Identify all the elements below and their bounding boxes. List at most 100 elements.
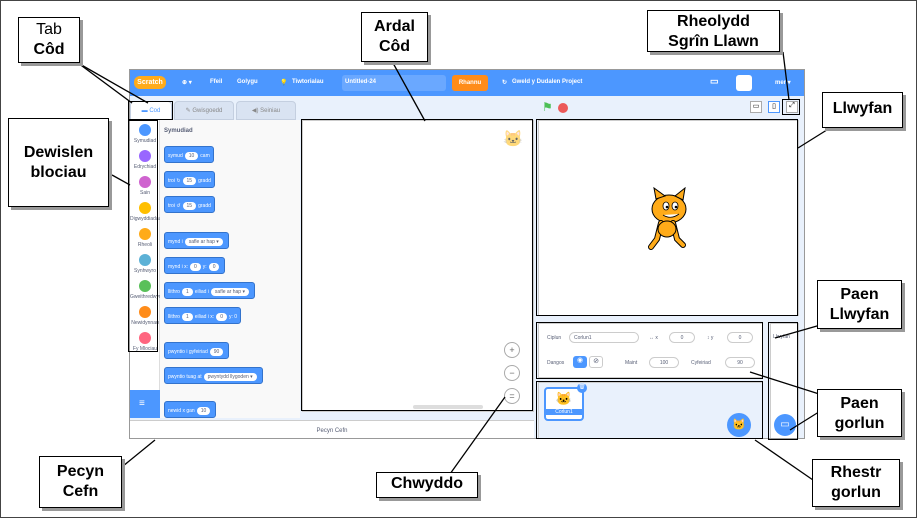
callout-zoom: Chwyddo: [376, 472, 478, 498]
file-menu[interactable]: Ffeil: [210, 79, 222, 85]
tutorials-menu[interactable]: Tiwtorialau: [292, 79, 324, 85]
callout-text: Paen: [840, 395, 879, 412]
callout-text: Ardal: [374, 18, 415, 35]
block-dropdown[interactable]: safle ar hap ▾: [210, 288, 249, 296]
block-text: troi ↺: [168, 203, 181, 209]
block-change-x[interactable]: newid x gan 10: [164, 401, 217, 418]
block-input[interactable]: 0: [208, 263, 220, 271]
backpack-bar[interactable]: Pecyn Cefn: [130, 420, 534, 438]
block-dropdown[interactable]: pwyntydd llygoden ▾: [203, 373, 257, 381]
see-project-page-icon: ↻: [502, 80, 508, 86]
palette-section-title: Symudiad: [164, 128, 193, 134]
large-stage-icon[interactable]: ▯: [768, 101, 780, 113]
callout-stage: Llwyfan: [822, 92, 903, 128]
block-input[interactable]: 1: [181, 313, 193, 321]
tab-costumes[interactable]: ✎ Gwisgoedd: [174, 101, 234, 120]
stop-icon[interactable]: [558, 103, 568, 113]
share-button[interactable]: Rhannu: [452, 75, 488, 91]
tab-sounds-label: Seiniau: [260, 108, 281, 114]
block-glide-to-xy[interactable]: llithro 1 eiliad i x: 0 y: 0: [164, 307, 242, 324]
tab-sounds[interactable]: ◀) Seiniau: [236, 101, 296, 120]
callout-text: Dewislen: [23, 144, 94, 161]
block-move-steps[interactable]: symud 10 cam: [164, 146, 214, 163]
block-text: llithro: [168, 314, 180, 320]
small-stage-icon[interactable]: ▭: [750, 101, 762, 113]
callout-text: Côd: [33, 41, 65, 58]
stage-header: ⚑ ▭ ▯ ⤢: [536, 96, 804, 120]
block-go-to-xy[interactable]: mynd i x: 0 y: 0: [164, 257, 226, 274]
language-globe-icon[interactable]: ⊕ ▾: [182, 79, 192, 86]
callout-text: Llwyfan: [829, 306, 890, 323]
blocks-menu-highlight: [128, 120, 158, 352]
callout-text: Llwyfan: [832, 100, 893, 117]
callout-text: Sgrîn Llawn: [668, 33, 759, 50]
block-point-towards[interactable]: pwyntio tuag at pwyntydd llygoden ▾: [164, 367, 263, 384]
callout-text: blociau: [30, 164, 87, 181]
block-input[interactable]: 1: [181, 288, 193, 296]
avatar[interactable]: [736, 75, 752, 91]
callout-sprite-list: Rhestr gorlun: [812, 459, 900, 507]
block-turn-left[interactable]: troi ↺ 15 gradd: [164, 196, 215, 213]
block-go-to[interactable]: mynd i safle ar hap ▾: [164, 232, 229, 249]
block-input[interactable]: 0: [216, 313, 227, 321]
callout-text: Paen: [840, 286, 879, 303]
block-text: pwyntio tuag at: [168, 374, 202, 380]
callout-text: Pecyn: [56, 463, 105, 480]
speaker-icon: ◀): [251, 108, 261, 114]
scratch-logo[interactable]: Scratch: [134, 76, 166, 89]
lightbulb-icon: 💡: [280, 80, 288, 86]
user-menu[interactable]: mer ▾: [775, 79, 791, 86]
green-flag-icon[interactable]: ⚑: [542, 100, 553, 114]
block-text: eiliad i x:: [194, 314, 215, 320]
stage-highlight: [536, 119, 798, 316]
block-input[interactable]: 15: [182, 202, 197, 210]
block-text: troi ↻: [168, 178, 181, 184]
block-input[interactable]: 10: [184, 152, 199, 160]
block-glide-to[interactable]: llithro 1 eiliad i safle ar hap ▾: [164, 282, 255, 299]
block-text: pwyntio i gyfeiriad: [168, 349, 208, 355]
block-point-direction[interactable]: pwyntio i gyfeiriad 90: [164, 342, 230, 359]
block-input[interactable]: 10: [196, 407, 211, 415]
block-text: gradd: [198, 203, 211, 209]
callout-text: Chwyddo: [391, 475, 463, 492]
block-text: mynd i x:: [168, 264, 189, 270]
block-input[interactable]: 90: [209, 348, 224, 356]
callout-text: Cefn: [62, 483, 99, 500]
stage-pane-highlight: [768, 322, 798, 440]
block-text: y: 0: [228, 314, 238, 320]
callout-code-tab: Tab Côd: [18, 17, 80, 63]
edit-menu[interactable]: Golygu: [237, 79, 258, 85]
callout-sprite-pane: Paen gorlun: [817, 389, 902, 437]
block-text: llithro: [168, 289, 180, 295]
extension-icon: ≡: [139, 398, 145, 409]
add-extension-button[interactable]: ≡: [130, 390, 160, 418]
block-text: gradd: [198, 178, 211, 184]
code-area-highlight: [301, 119, 533, 411]
block-input[interactable]: 15: [182, 177, 197, 185]
callout-text: gorlun: [834, 415, 885, 432]
callout-text: Rheolydd: [677, 13, 750, 30]
see-project-page-button[interactable]: Gweld y Dudalen Project: [512, 79, 582, 85]
block-input[interactable]: 0: [190, 263, 201, 271]
callout-text: gorlun: [831, 484, 881, 501]
callout-code-area: Ardal Côd: [361, 12, 428, 62]
callout-fullscreen: Rheolydd Sgrîn Llawn: [647, 10, 780, 52]
block-text: mynd i: [168, 239, 183, 245]
block-dropdown[interactable]: safle ar hap ▾: [184, 238, 223, 246]
block-turn-right[interactable]: troi ↻ 15 gradd: [164, 171, 215, 188]
fullscreen-highlight: [782, 99, 800, 115]
tab-costumes-label: Gwisgoedd: [192, 108, 223, 114]
folder-icon[interactable]: ▭: [710, 76, 719, 87]
block-palette: Symudiad symud 10 cam troi ↻ 15 gradd troi ↺…: [160, 120, 326, 418]
block-text: cam: [200, 153, 210, 159]
menu-bar: Scratch ⊕ ▾ Ffeil Golygu 💡 Tiwtorialau U…: [130, 70, 804, 96]
code-tab-highlight: [128, 101, 173, 120]
callout-backpack: Pecyn Cefn: [39, 456, 122, 508]
block-text: y:: [202, 264, 207, 270]
callout-stage-pane: Paen Llwyfan: [817, 280, 902, 329]
block-text: symud: [168, 153, 183, 159]
callout-text: Tab: [36, 21, 62, 38]
callout-blocks-menu: Dewislen blociau: [8, 118, 109, 207]
sprite-pane-highlight: [536, 322, 763, 379]
project-title-input[interactable]: Untitled-24: [342, 75, 446, 91]
